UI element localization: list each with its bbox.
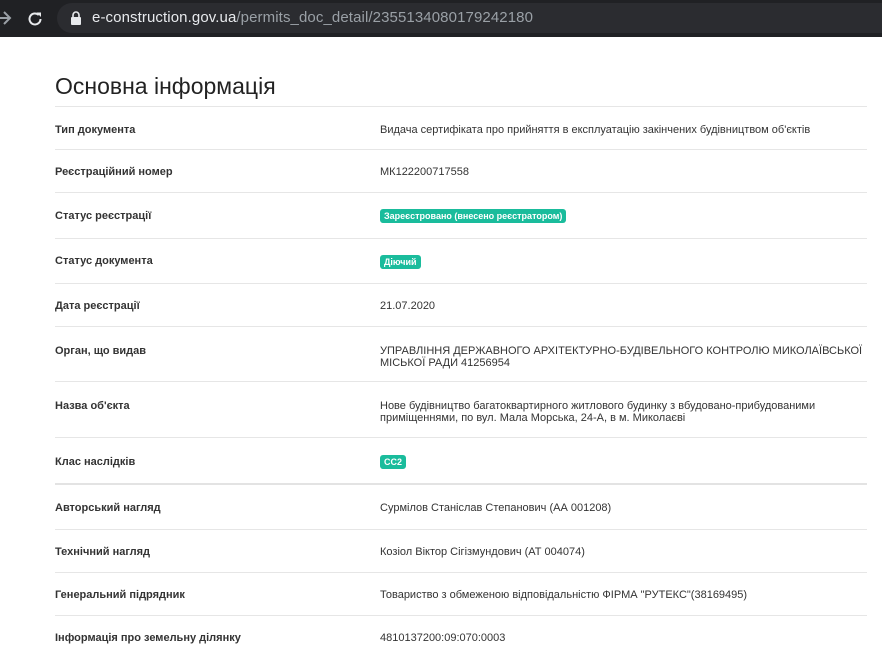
info-row-registration-date: Дата реєстрації 21.07.2020: [55, 284, 867, 327]
row-value: УПРАВЛІННЯ ДЕРЖАВНОГО АРХІТЕКТУРНО-БУДІВ…: [380, 345, 863, 369]
row-value: МК122200717558: [380, 166, 469, 178]
info-row-document-status: Статус документа Діючий: [55, 239, 867, 284]
row-label: Назва об'єкта: [55, 400, 130, 412]
row-value: Видача сертифіката про прийняття в експл…: [380, 124, 811, 136]
row-label: Орган, що видав: [55, 345, 147, 357]
url-host: e-construction.gov.ua: [92, 9, 237, 26]
class-badge: СС2: [380, 455, 407, 469]
row-label: Інформація про земельну ділянку: [55, 632, 241, 644]
info-row-document-type: Тип документа Видача сертифіката про при…: [55, 106, 867, 150]
row-label: Статус документа: [55, 255, 153, 267]
page-title: Основна інформація: [55, 73, 276, 100]
info-row-author-supervision: Авторський нагляд Сурмілов Станіслав Сте…: [55, 485, 867, 530]
info-row-issuing-authority: Орган, що видав УПРАВЛІННЯ ДЕРЖАВНОГО АР…: [55, 327, 867, 382]
reload-icon[interactable]: [26, 10, 44, 28]
info-row-registration-status: Статус реєстрації Зареєстровано (внесено…: [55, 193, 867, 239]
row-value: Козіол Віктор Сігізмундович (АТ 004074): [380, 546, 585, 558]
row-value: Сурмілов Станіслав Степанович (АА 001208…: [380, 502, 612, 514]
row-label: Авторський нагляд: [55, 502, 161, 514]
lock-icon[interactable]: [70, 11, 82, 25]
info-row-general-contractor: Генеральний підрядник Товариство з обмеж…: [55, 573, 867, 616]
info-row-land-plot: Інформація про земельну ділянку 48101372…: [55, 616, 867, 658]
browser-toolbar: e-construction.gov.ua/permits_doc_detail…: [0, 0, 882, 37]
url-text[interactable]: e-construction.gov.ua/permits_doc_detail…: [92, 9, 533, 26]
row-label: Реєстраційний номер: [55, 166, 173, 178]
info-row-technical-supervision: Технічний нагляд Козіол Віктор Сігізмунд…: [55, 530, 867, 573]
back-arrow-icon[interactable]: [0, 9, 12, 27]
status-badge: Зареєстровано (внесено реєстратором): [380, 209, 567, 223]
row-value: 21.07.2020: [380, 300, 436, 312]
row-label: Клас наслідків: [55, 456, 136, 468]
status-badge: Діючий: [380, 255, 421, 269]
row-label: Технічний нагляд: [55, 546, 151, 558]
info-row-registration-number: Реєстраційний номер МК122200717558: [55, 150, 867, 193]
row-value: 4810137200:09:070:0003: [380, 632, 506, 644]
row-label: Статус реєстрації: [55, 210, 152, 222]
row-value: Нове будівництво багатоквартирного житло…: [380, 400, 816, 424]
info-row-consequence-class: Клас наслідків СС2: [55, 438, 867, 485]
row-label: Генеральний підрядник: [55, 589, 185, 601]
info-row-object-name: Назва об'єкта Нове будівництво багатоква…: [55, 382, 867, 438]
row-label: Тип документа: [55, 124, 136, 136]
row-label: Дата реєстрації: [55, 300, 140, 312]
url-path: /permits_doc_detail/2355134080179242180: [236, 9, 534, 26]
row-value: Товариство з обмеженою відповідальністю …: [380, 589, 748, 601]
